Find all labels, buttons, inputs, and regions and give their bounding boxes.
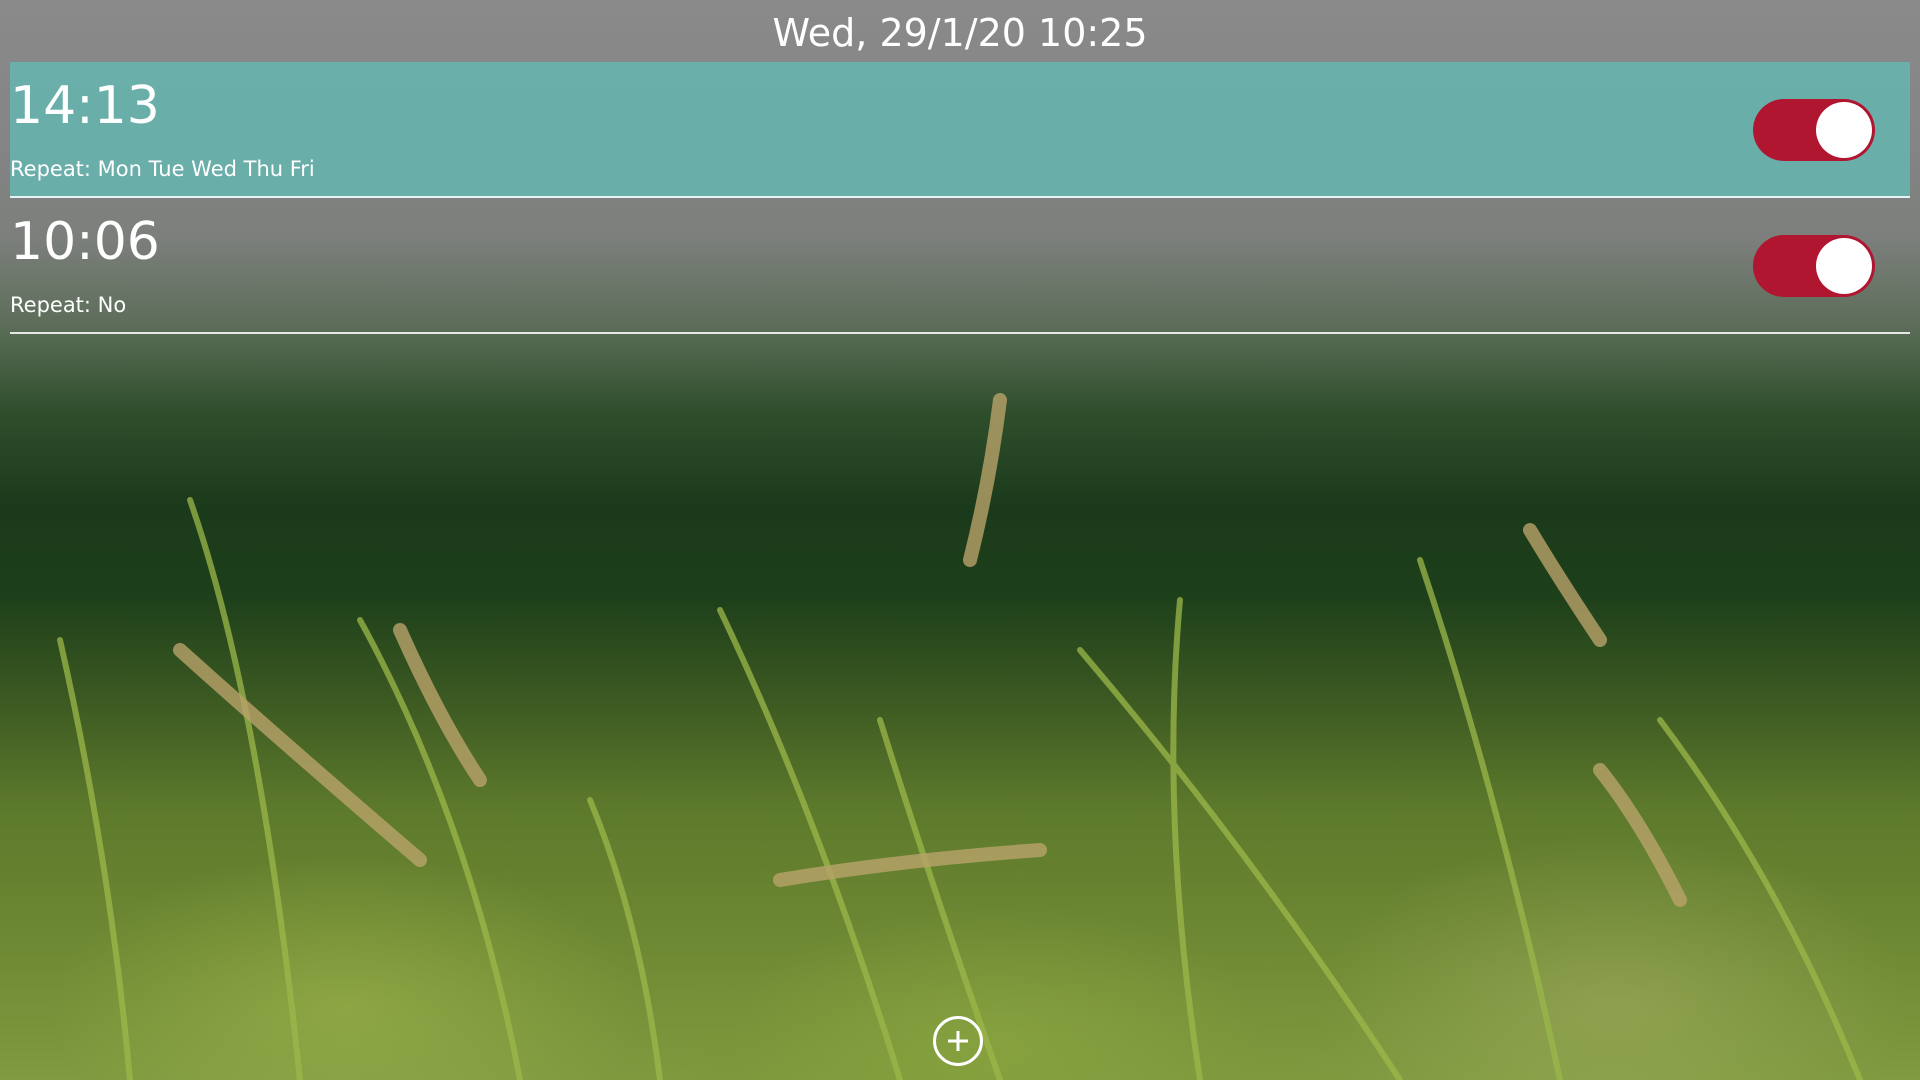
- background-grass: [0, 600, 1920, 1080]
- alarm-row-1[interactable]: 14:13 Repeat: Mon Tue Wed Thu Fri: [10, 62, 1910, 198]
- alarm-screen: Wed, 29/1/20 10:25 14:13 Repeat: Mon Tue…: [0, 0, 1920, 1080]
- alarm-list: 14:13 Repeat: Mon Tue Wed Thu Fri 10:06 …: [10, 62, 1910, 334]
- toggle-knob: [1816, 102, 1872, 158]
- alarm-repeat-label: Repeat: No: [10, 293, 127, 317]
- alarm-enable-toggle[interactable]: [1753, 235, 1875, 297]
- alarm-time: 14:13: [10, 76, 160, 136]
- alarm-repeat-label: Repeat: Mon Tue Wed Thu Fri: [10, 157, 315, 181]
- toggle-knob: [1816, 238, 1872, 294]
- alarm-enable-toggle[interactable]: [1753, 99, 1875, 161]
- alarm-time: 10:06: [10, 212, 160, 272]
- plus-circle-icon: [948, 1031, 968, 1051]
- alarm-row-2[interactable]: 10:06 Repeat: No: [10, 198, 1910, 334]
- add-alarm-button[interactable]: [933, 1016, 983, 1066]
- current-datetime: Wed, 29/1/20 10:25: [772, 11, 1148, 55]
